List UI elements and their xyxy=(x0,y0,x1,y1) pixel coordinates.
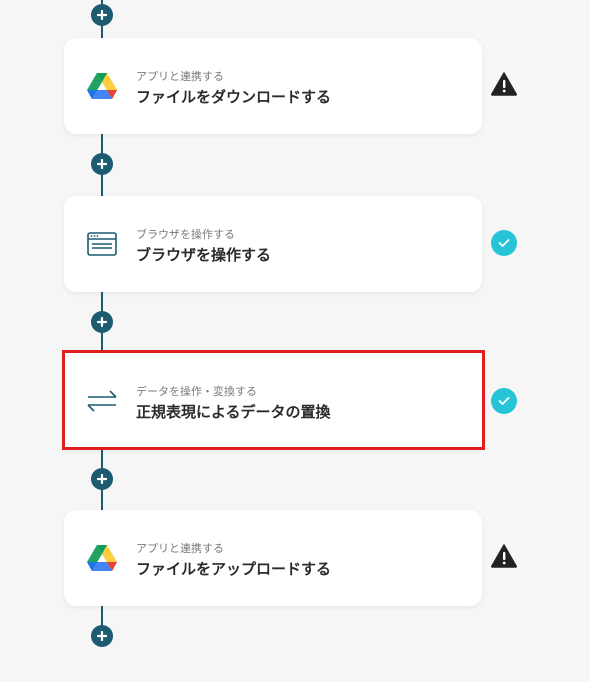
warning-icon xyxy=(490,70,518,98)
step-title: 正規表現によるデータの置換 xyxy=(136,403,331,421)
step-category: ブラウザを操作する xyxy=(136,228,235,241)
add-step-button[interactable] xyxy=(91,311,113,333)
browser-icon xyxy=(86,228,118,260)
google-drive-icon xyxy=(86,542,118,574)
add-step-button[interactable] xyxy=(91,468,113,490)
check-icon xyxy=(490,387,518,415)
plus-icon xyxy=(97,317,107,327)
step-category: データを操作・変換する xyxy=(136,385,257,398)
plus-icon xyxy=(97,10,107,20)
step-category: アプリと連携する xyxy=(136,542,224,555)
check-icon xyxy=(490,229,518,257)
plus-icon xyxy=(97,159,107,169)
swap-arrows-icon xyxy=(86,385,118,417)
step-card-browser-operation[interactable]: ブラウザを操作する ブラウザを操作する xyxy=(64,196,482,292)
step-card-regex-replace[interactable]: データを操作・変換する 正規表現によるデータの置換 xyxy=(64,353,482,449)
step-title: ファイルをアップロードする xyxy=(136,560,332,578)
add-step-button[interactable] xyxy=(91,153,113,175)
step-card-upload-file[interactable]: アプリと連携する ファイルをアップロードする xyxy=(64,510,482,606)
plus-icon xyxy=(97,474,107,484)
warning-icon xyxy=(490,542,518,570)
step-category: アプリと連携する xyxy=(136,70,224,83)
add-step-button[interactable] xyxy=(91,625,113,647)
google-drive-icon xyxy=(86,70,118,102)
step-card-download-file[interactable]: アプリと連携する ファイルをダウンロードする xyxy=(64,38,482,134)
step-title: ファイルをダウンロードする xyxy=(136,88,332,106)
add-step-button[interactable] xyxy=(91,4,113,26)
step-title: ブラウザを操作する xyxy=(136,246,272,264)
plus-icon xyxy=(97,631,107,641)
